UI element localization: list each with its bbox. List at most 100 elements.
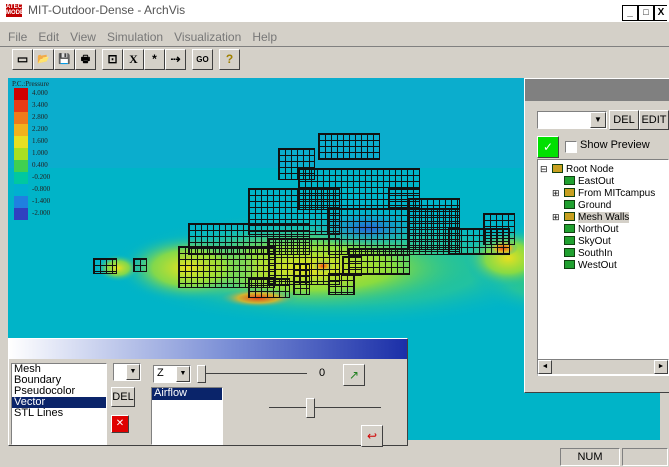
legend-label: 0.400 xyxy=(32,161,48,169)
scroll-left-icon[interactable]: ◄ xyxy=(538,360,552,374)
scale-slider-track[interactable] xyxy=(269,407,381,408)
color-legend: P.C.:Pressure 4.000 3.400 2.800 2.200 1.600 1… xyxy=(10,80,70,250)
layer-list[interactable]: Airflow xyxy=(151,387,223,445)
mesh-block xyxy=(328,273,355,295)
object-combo[interactable]: ▼ xyxy=(537,111,607,129)
mesh-block xyxy=(342,256,362,276)
expander-icon[interactable]: ⊞ xyxy=(552,212,562,223)
window-title: MIT-Outdoor-Dense - ArchVis xyxy=(28,3,186,17)
x-icon[interactable]: X xyxy=(123,49,144,70)
num-lock-indicator: NUM xyxy=(560,448,620,466)
tree-item-label: NorthOut xyxy=(578,224,619,235)
folder-icon xyxy=(552,164,563,173)
menu-view[interactable]: View xyxy=(70,28,96,46)
del-button[interactable]: DEL xyxy=(111,387,135,407)
axis-value: Z xyxy=(157,367,164,379)
tree-item-label: Mesh Walls xyxy=(578,212,630,223)
tree-item[interactable]: SouthIn xyxy=(552,248,612,260)
tree-item[interactable]: SkyOut xyxy=(552,236,611,248)
del-button[interactable]: DEL xyxy=(609,110,639,130)
legend-swatch xyxy=(14,100,28,112)
check-icon[interactable]: ✓ xyxy=(537,136,559,158)
panel-header xyxy=(525,79,669,101)
menu-bar: File Edit View Simulation Visualization … xyxy=(0,28,669,46)
status-bar: NUM xyxy=(0,445,669,467)
panel-header xyxy=(9,339,407,359)
axis-combo[interactable]: Z ▼ xyxy=(153,365,191,383)
mesh-block xyxy=(293,263,310,295)
legend-swatch xyxy=(14,172,28,184)
menu-simulation[interactable]: Simulation xyxy=(107,28,163,46)
folder-icon xyxy=(564,212,575,221)
tree-item[interactable]: ⊟ Root Node xyxy=(540,164,614,176)
tree-item[interactable]: WestOut xyxy=(552,260,617,272)
chevron-down-icon[interactable]: ▼ xyxy=(126,364,140,380)
node-icon xyxy=(564,260,575,269)
remove-icon[interactable]: ✕ xyxy=(111,415,129,433)
menu-visualization[interactable]: Visualization xyxy=(174,28,241,46)
menu-file[interactable]: File xyxy=(8,28,27,46)
status-cell xyxy=(622,448,668,466)
save-icon[interactable]: 💾 xyxy=(54,49,75,70)
tree-item[interactable]: NorthOut xyxy=(552,224,619,236)
star-icon[interactable]: * xyxy=(144,49,165,70)
legend-label: 2.800 xyxy=(32,113,48,121)
show-preview-label: Show Preview xyxy=(580,139,650,151)
help-icon[interactable]: ? xyxy=(219,49,240,70)
arrow-icon[interactable]: ⇢ xyxy=(165,49,186,70)
legend-title: P.C.:Pressure xyxy=(12,80,49,88)
scale-slider-thumb[interactable] xyxy=(306,398,315,418)
print-icon[interactable]: 🖶 xyxy=(75,49,96,70)
legend-label: -0.200 xyxy=(32,173,51,181)
type-combo[interactable]: ▼ xyxy=(113,363,141,381)
chevron-down-icon[interactable]: ▼ xyxy=(590,112,606,128)
maximize-button[interactable]: □ xyxy=(638,5,654,21)
menu-help[interactable]: Help xyxy=(252,28,277,46)
legend-swatch xyxy=(14,196,28,208)
horizontal-scrollbar[interactable]: ◄ ► xyxy=(537,359,669,375)
box-icon[interactable]: ⊡ xyxy=(102,49,123,70)
slider-track[interactable] xyxy=(197,373,307,374)
legend-label: -2.000 xyxy=(32,209,51,217)
legend-swatch xyxy=(14,148,28,160)
type-list[interactable]: Mesh Boundary Pseudocolor Vector STL Lines xyxy=(11,363,107,445)
legend-swatch xyxy=(14,112,28,124)
minimize-button[interactable]: _ xyxy=(622,5,638,21)
node-icon xyxy=(564,236,575,245)
slider-thumb[interactable] xyxy=(197,365,206,383)
tree-item[interactable]: EastOut xyxy=(552,176,614,188)
expander-icon[interactable]: ⊟ xyxy=(540,164,550,175)
tree-item-label: SkyOut xyxy=(578,236,611,247)
legend-label: 4.000 xyxy=(32,89,48,97)
title-bar: ATEC MODE MIT-Outdoor-Dense - ArchVis _ □… xyxy=(0,0,669,22)
legend-label: -0.800 xyxy=(32,185,51,193)
new-icon[interactable]: ▭ xyxy=(12,49,33,70)
chevron-down-icon[interactable]: ▼ xyxy=(176,366,190,382)
tree-view[interactable]: ⊟ Root Node EastOut ⊞ From MITcampus Ground ⊞ M… xyxy=(537,159,669,376)
show-preview-checkbox[interactable] xyxy=(565,141,577,153)
go-icon[interactable]: GO xyxy=(192,49,213,70)
mesh-block xyxy=(133,258,147,272)
mesh-block xyxy=(318,133,380,160)
scroll-right-icon[interactable]: ► xyxy=(654,360,668,374)
layer-list-item[interactable]: Airflow xyxy=(152,388,222,400)
vector-tool-icon[interactable]: ↗ xyxy=(343,364,365,386)
node-icon xyxy=(564,200,575,209)
node-icon xyxy=(564,248,575,257)
expander-icon[interactable]: ⊞ xyxy=(552,188,562,199)
type-list-item[interactable]: STL Lines xyxy=(12,408,106,419)
edit-button[interactable]: EDIT xyxy=(639,110,669,130)
mesh-block xyxy=(388,188,420,210)
close-button[interactable]: X xyxy=(654,5,667,21)
tree-item[interactable]: Ground xyxy=(552,200,611,212)
legend-swatch xyxy=(14,124,28,136)
reset-icon[interactable]: ↩ xyxy=(361,425,383,447)
tree-item[interactable]: ⊞ From MITcampus xyxy=(552,188,655,200)
legend-swatch xyxy=(14,136,28,148)
open-icon[interactable]: 📂 xyxy=(33,49,54,70)
menu-edit[interactable]: Edit xyxy=(38,28,59,46)
slider-value: 0 xyxy=(319,367,326,379)
mesh-block xyxy=(483,213,515,245)
tree-item[interactable]: ⊞ Mesh Walls xyxy=(552,212,630,224)
legend-label: 3.400 xyxy=(32,101,48,109)
